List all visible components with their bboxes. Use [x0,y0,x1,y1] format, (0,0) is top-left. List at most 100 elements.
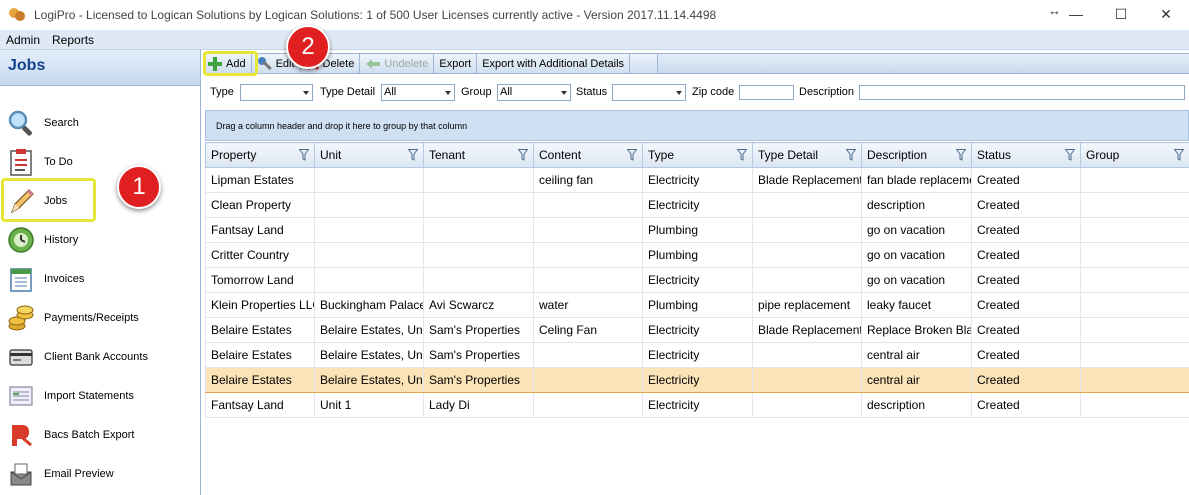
sidebar-item-label: Search [44,117,79,129]
menu-admin[interactable]: Admin [0,33,46,47]
table-row[interactable]: Lipman Estates ceiling fan Electricity Blad… [205,167,1189,193]
sidebar-item-todo[interactable]: To Do [0,144,200,180]
table-cell: Sam's Properties [423,317,534,343]
menu-reports[interactable]: Reports [46,33,100,47]
table-cell: fan blade replacemen [861,167,972,193]
sidebar-item-bacs-batch-export[interactable]: Bacs Batch Export [0,417,200,453]
column-header-label: Type Detail [758,148,819,162]
column-filter-icon[interactable] [737,149,747,161]
sidebar-item-label: Invoices [44,273,85,285]
sidebar-item-client-bank-accounts[interactable]: Client Bank Accounts [0,339,200,375]
column-header-status[interactable]: Status [971,142,1081,168]
table-row[interactable]: Critter Country Plumbing go on vacation Cre… [205,242,1189,268]
table-cell [533,192,643,218]
status-filter-select[interactable] [612,84,686,101]
type-filter-select[interactable] [240,84,313,101]
table-row[interactable]: Tomorrow Land Electricity go on vacation Cr… [205,267,1189,293]
table-cell [752,367,862,393]
column-header-description[interactable]: Description [861,142,972,168]
sidebar-item-email-preview[interactable]: Email Preview [0,456,200,492]
sidebar-item-label: Import Statements [44,390,134,402]
minimize-button[interactable]: — [1053,0,1099,28]
import-icon [6,381,36,411]
column-filter-icon[interactable] [846,149,856,161]
column-header-unit[interactable]: Unit [314,142,424,168]
sidebar-item-payments[interactable]: Payments/Receipts [0,300,200,336]
table-cell: Created [971,267,1081,293]
group-filter-value: All [500,86,513,98]
table-cell [423,267,534,293]
sidebar-item-search[interactable]: Search [0,105,200,141]
grid-header-row: Property Unit Tenant Content Type Type Detail… [205,142,1189,168]
chevron-down-icon [303,91,309,95]
sidebar-item-invoices[interactable]: Invoices [0,261,200,297]
table-cell: Tomorrow Land [205,267,315,293]
wrench-icon [257,56,272,70]
table-cell: description [861,192,972,218]
table-row[interactable]: Clean Property Electricity description Crea… [205,192,1189,218]
table-cell: Created [971,242,1081,268]
column-filter-icon[interactable] [408,149,418,161]
description-filter-input[interactable] [859,85,1185,100]
column-filter-icon[interactable] [518,149,528,161]
table-cell: Plumbing [642,217,753,243]
column-filter-icon[interactable] [956,149,966,161]
column-header-property[interactable]: Property [205,142,315,168]
zip-filter-input[interactable] [739,85,794,100]
column-filter-icon[interactable] [1065,149,1075,161]
table-cell: Fantsay Land [205,392,315,418]
filter-bar: Type Type Detail All Group All Status Zi… [203,80,1189,104]
table-cell [1080,367,1189,393]
column-header-label: Content [539,148,582,162]
table-cell: Sam's Properties [423,367,534,393]
column-header-tenant[interactable]: Tenant [423,142,534,168]
table-cell: leaky faucet [861,292,972,318]
table-cell [533,267,643,293]
table-cell: description [861,392,972,418]
table-cell [314,167,424,193]
table-cell: Created [971,292,1081,318]
group-by-area[interactable]: Drag a column header and drop it here to… [205,110,1189,141]
column-header-group[interactable]: Group [1080,142,1189,168]
table-row[interactable]: Belaire Estates Belaire Estates, Unit Sam'… [205,317,1189,343]
table-cell: go on vacation [861,267,972,293]
column-filter-icon[interactable] [299,149,309,161]
group-filter-select[interactable]: All [497,84,571,101]
column-filter-icon[interactable] [627,149,637,161]
table-row[interactable]: Belaire Estates Belaire Estates, Unit Sam'… [205,342,1189,368]
export-details-button[interactable]: Export with Additional Details [477,54,631,73]
delete-label: Delete [322,57,355,70]
table-cell [1080,192,1189,218]
column-header-content[interactable]: Content [533,142,643,168]
table-cell: Created [971,392,1081,418]
type-detail-filter-select[interactable]: All [381,84,455,101]
table-cell: Clean Property [205,192,315,218]
table-cell: Created [971,217,1081,243]
table-cell: Unit 1 [314,392,424,418]
table-cell [533,342,643,368]
column-header-type[interactable]: Type [642,142,753,168]
undelete-button[interactable]: Undelete [360,54,435,73]
chevron-down-icon [445,91,451,95]
table-cell: Lipman Estates [205,167,315,193]
table-cell [752,267,862,293]
close-button[interactable]: ✕ [1143,0,1189,28]
sidebar-item-history[interactable]: History [0,222,200,258]
maximize-button[interactable]: ☐ [1098,0,1144,28]
column-header-label: Group [1086,148,1120,162]
table-cell [1080,317,1189,343]
table-cell: Electricity [642,392,753,418]
sidebar-item-import-statements[interactable]: Import Statements [0,378,200,414]
email-icon [6,459,36,489]
table-row[interactable]: Fantsay Land Unit 1 Lady Di Electricity desc… [205,392,1189,418]
table-cell [423,217,534,243]
export-button[interactable]: Export [434,54,478,73]
column-filter-icon[interactable] [1174,149,1184,161]
table-row[interactable]: Klein Properties LLC Buckingham Palace Avi… [205,292,1189,318]
sidebar-item-label: History [44,234,79,246]
table-row[interactable]: Belaire Estates Belaire Estates, Unit Sam'… [205,367,1189,393]
table-cell [1080,392,1189,418]
table-cell: Created [971,367,1081,393]
table-row[interactable]: Fantsay Land Plumbing go on vacation Create… [205,217,1189,243]
column-header-type-detail[interactable]: Type Detail [752,142,862,168]
